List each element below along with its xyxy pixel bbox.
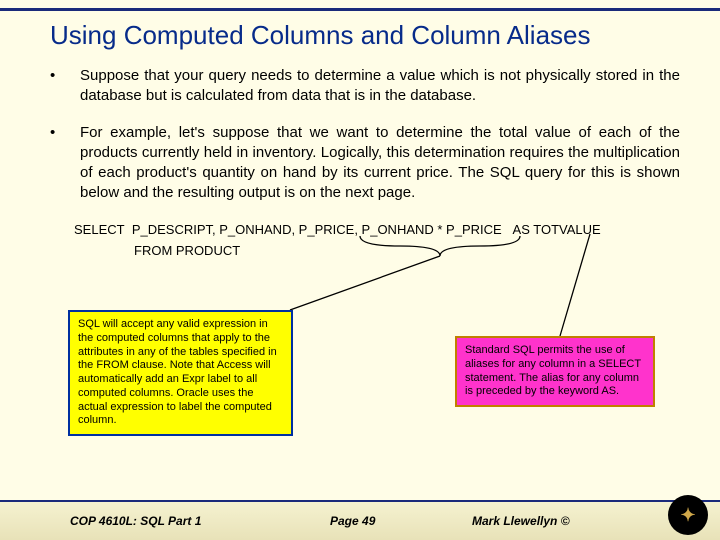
sql-line-select: SELECT P_DESCRIPT, P_ONHAND, P_PRICE, P_…: [74, 222, 601, 237]
slide-footer: COP 4610L: SQL Part 1 Page 49 Mark Llewe…: [0, 500, 720, 540]
bullet-marker: •: [50, 123, 80, 204]
sql-select-kw: SELECT: [74, 222, 125, 237]
sql-alias: TOTVALUE: [530, 222, 601, 237]
callout-computed-columns: SQL will accept any valid expression in …: [68, 310, 293, 436]
bullet-1-text: Suppose that your query needs to determi…: [80, 66, 680, 107]
footer-page: Page 49: [330, 514, 375, 528]
sql-line-from: FROM PRODUCT: [134, 243, 601, 258]
slide-title: Using Computed Columns and Column Aliase…: [50, 20, 690, 51]
ucf-logo-icon: ✦: [668, 495, 708, 535]
footer-course: COP 4610L: SQL Part 1: [70, 514, 201, 528]
sql-as-kw: AS: [513, 222, 530, 237]
bullet-2: • For example, let's suppose that we wan…: [50, 123, 680, 204]
callout-aliases: Standard SQL permits the use of aliases …: [455, 336, 655, 407]
top-rule: [0, 8, 720, 11]
sql-columns: P_DESCRIPT, P_ONHAND, P_PRICE, P_ONHAND …: [132, 222, 502, 237]
sql-code: SELECT P_DESCRIPT, P_ONHAND, P_PRICE, P_…: [74, 222, 601, 258]
content-area: • Suppose that your query needs to deter…: [50, 66, 680, 220]
bullet-1: • Suppose that your query needs to deter…: [50, 66, 680, 107]
bullet-2-text: For example, let's suppose that we want …: [80, 123, 680, 204]
footer-author: Mark Llewellyn ©: [472, 514, 570, 528]
callouts-area: SQL will accept any valid expression in …: [0, 310, 720, 470]
bullet-marker: •: [50, 66, 80, 107]
